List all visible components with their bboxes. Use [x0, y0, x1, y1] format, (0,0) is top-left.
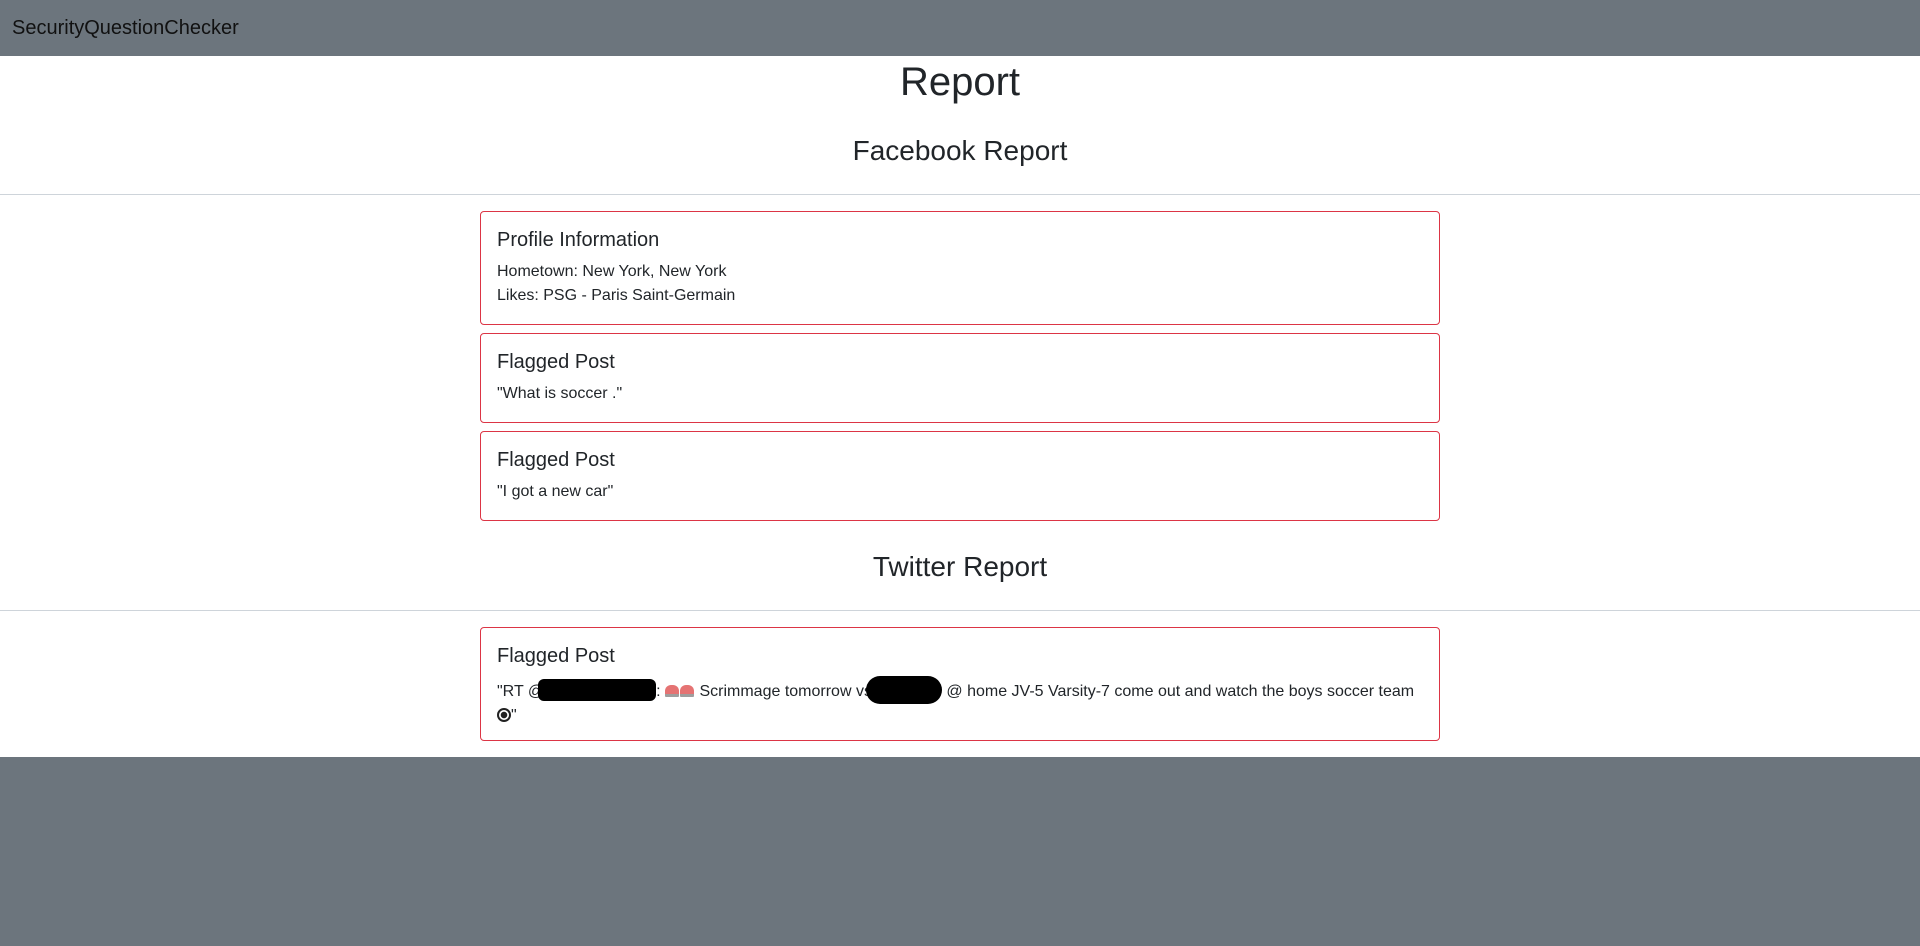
tweet-text-close: ": [511, 707, 517, 724]
profile-card-title: Profile Information: [497, 229, 660, 251]
flagged-post-card: Flagged Post "What is soccer .": [480, 333, 1440, 423]
facebook-report-title: Facebook Report: [852, 135, 1068, 166]
tweet-text-colon: :: [656, 683, 666, 700]
tweet-text-end: @ home JV-5 Varsity-7 come out and watch…: [941, 683, 1415, 700]
flagged-post-title: Flagged Post: [497, 351, 615, 373]
redacted-opponent: [865, 676, 942, 704]
siren-icon: [680, 685, 695, 697]
flagged-post-title: Flagged Post: [497, 645, 615, 667]
report-content: Report Facebook Report Profile Informati…: [0, 56, 1920, 757]
flagged-post-card: Flagged Post "I got a new car": [480, 431, 1440, 521]
page-title: Report: [899, 60, 1021, 104]
twitter-divider: [0, 610, 1920, 611]
tweet-text-start: "RT @: [497, 683, 545, 700]
soccer-ball-icon: [497, 708, 511, 722]
likes-text: Likes: PSG - Paris Saint-Germain: [497, 287, 736, 304]
twitter-report-title: Twitter Report: [872, 551, 1048, 582]
profile-information-card: Profile Information Hometown: New York, …: [480, 211, 1440, 325]
siren-icon: [665, 685, 680, 697]
facebook-divider: [0, 194, 1920, 195]
flagged-post-text: "I got a new car": [497, 483, 614, 500]
hometown-text: Hometown: New York, New York: [497, 263, 727, 280]
flagged-post-title: Flagged Post: [497, 449, 615, 471]
redacted-username: [538, 679, 657, 701]
flagged-post-text: "What is soccer .": [497, 385, 623, 402]
flagged-tweet-card: Flagged Post "RT @: Scrimmage tomorrow v…: [480, 627, 1440, 741]
tweet-text-mid: Scrimmage tomorrow vs: [695, 683, 872, 700]
flagged-tweet-text: "RT @: Scrimmage tomorrow vs @ home JV-5…: [497, 676, 1423, 728]
